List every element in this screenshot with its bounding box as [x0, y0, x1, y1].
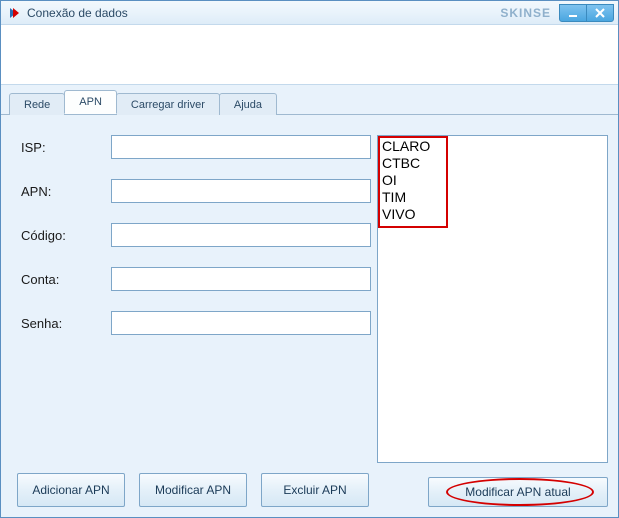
window-controls [559, 4, 614, 22]
modificar-apn-button[interactable]: Modificar APN [139, 473, 247, 507]
list-item[interactable]: VIVO [382, 206, 603, 223]
list-item[interactable]: OI [382, 172, 603, 189]
app-icon [7, 6, 21, 20]
senha-input[interactable] [111, 311, 371, 335]
brand-label: SKINSE [500, 6, 551, 20]
window-title: Conexão de dados [27, 6, 500, 20]
close-button[interactable] [586, 4, 614, 22]
header-banner [1, 25, 618, 85]
form-column: ISP: APN: Código: Conta: Senha: [11, 135, 371, 507]
conta-input[interactable] [111, 267, 371, 291]
tab-carregar-driver[interactable]: Carregar driver [116, 93, 220, 115]
apn-input[interactable] [111, 179, 371, 203]
excluir-apn-button[interactable]: Excluir APN [261, 473, 369, 507]
app-window: Conexão de dados SKINSE Rede APN Carrega… [0, 0, 619, 518]
modificar-apn-atual-button[interactable]: Modificar APN atual [428, 477, 608, 507]
tab-ajuda[interactable]: Ajuda [219, 93, 277, 115]
tabstrip: Rede APN Carregar driver Ajuda [1, 91, 618, 115]
bottom-button-row: Modificar APN atual [377, 477, 608, 507]
minimize-button[interactable] [559, 4, 587, 22]
tab-rede[interactable]: Rede [9, 93, 65, 115]
tab-content: ISP: APN: Código: Conta: Senha: [1, 115, 618, 517]
apn-label: APN: [11, 184, 111, 199]
tab-apn[interactable]: APN [64, 90, 117, 114]
codigo-input[interactable] [111, 223, 371, 247]
titlebar: Conexão de dados SKINSE [1, 1, 618, 25]
list-item[interactable]: TIM [382, 189, 603, 206]
isp-input[interactable] [111, 135, 371, 159]
isp-label: ISP: [11, 140, 111, 155]
right-column: CLARO CTBC OI TIM VIVO Modificar APN atu… [377, 135, 608, 507]
adicionar-apn-button[interactable]: Adicionar APN [17, 473, 125, 507]
list-item[interactable]: CLARO [382, 138, 603, 155]
apn-listbox[interactable]: CLARO CTBC OI TIM VIVO [377, 135, 608, 463]
conta-label: Conta: [11, 272, 111, 287]
apn-button-row: Adicionar APN Modificar APN Excluir APN [11, 473, 371, 507]
senha-label: Senha: [11, 316, 111, 331]
codigo-label: Código: [11, 228, 111, 243]
list-item[interactable]: CTBC [382, 155, 603, 172]
